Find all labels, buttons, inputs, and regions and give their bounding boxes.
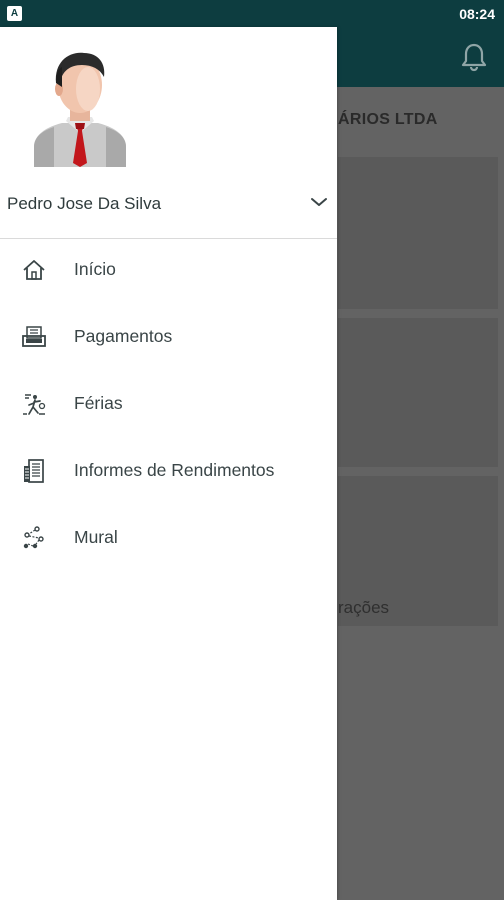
notification-a-icon: A: [7, 6, 22, 21]
menu-item-ferias[interactable]: Férias: [0, 373, 337, 433]
menu-item-mural[interactable]: Mural: [0, 507, 337, 567]
home-icon: [23, 260, 45, 280]
navigation-drawer: Pedro Jose Da Silva Início Pagamentos Fé…: [0, 27, 337, 900]
status-bar: A 08:24: [0, 0, 504, 27]
payments-icon: [22, 326, 46, 347]
bell-icon[interactable]: [458, 41, 490, 73]
vacation-icon: [23, 394, 46, 415]
menu-item-label: Informes de Rendimentos: [74, 460, 275, 480]
background-card: [338, 157, 498, 309]
background-card-text: rações: [338, 598, 390, 617]
menu-item-inicio[interactable]: Início: [0, 239, 337, 299]
menu-item-label: Mural: [74, 527, 118, 547]
menu-item-label: Férias: [74, 393, 123, 413]
menu-item-pagamentos[interactable]: Pagamentos: [0, 306, 337, 366]
menu-item-label: Pagamentos: [74, 326, 173, 346]
background-company-name: ÁRIOS LTDA: [338, 111, 438, 128]
menu-item-label: Início: [74, 259, 116, 279]
menu-item-informes[interactable]: Informes de Rendimentos: [0, 440, 337, 500]
background-card: [338, 318, 498, 467]
status-time: 08:24: [459, 6, 495, 22]
profile-name[interactable]: Pedro Jose Da Silva: [7, 194, 161, 214]
user-avatar-icon[interactable]: [30, 43, 130, 167]
income-report-icon: [24, 459, 44, 483]
chevron-down-icon[interactable]: [309, 194, 329, 210]
mural-icon: [23, 526, 44, 549]
